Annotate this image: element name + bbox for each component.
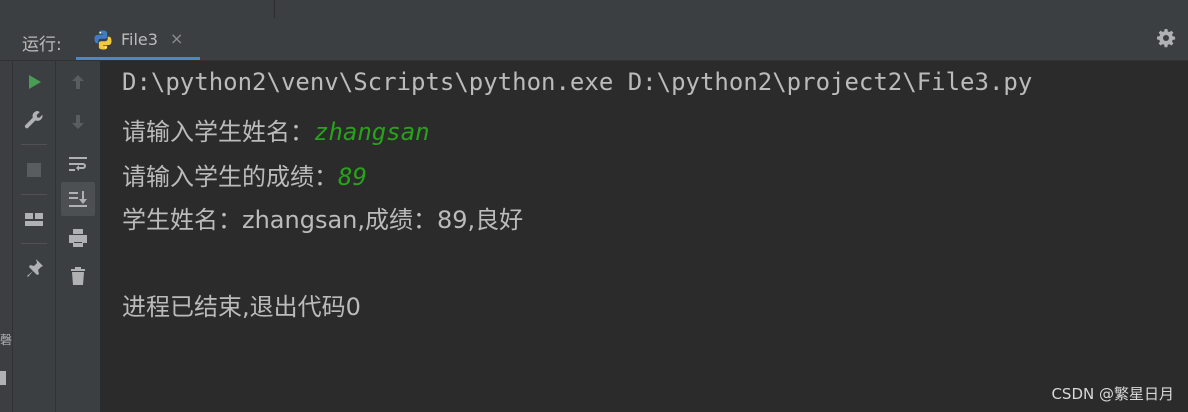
soft-wrap-icon[interactable] — [56, 147, 100, 181]
console-actions-toolbar — [56, 61, 100, 412]
print-icon[interactable] — [56, 221, 100, 255]
input-name-text: zhangsan — [314, 118, 430, 146]
stop-icon[interactable] — [13, 153, 55, 187]
console-prompt-name-line: 请输入学生姓名：zhangsan — [122, 112, 430, 147]
top-strip-segment — [0, 0, 275, 18]
left-edge-marker — [0, 371, 6, 385]
run-actions-toolbar — [13, 61, 56, 412]
console-output[interactable]: D:\python2\venv\Scripts\python.exe D:\py… — [101, 61, 1188, 412]
gear-icon[interactable] — [1156, 28, 1176, 53]
pin-icon[interactable] — [13, 251, 55, 285]
close-icon[interactable]: × — [170, 29, 183, 48]
left-edge-strip: 磬 — [0, 61, 13, 412]
scroll-to-end-icon[interactable] — [61, 182, 95, 216]
prompt-score-text: 请输入学生的成绩： — [122, 163, 338, 191]
console-exit-line: 进程已结束,退出代码0 — [122, 293, 361, 321]
tab-file3[interactable]: File3 × — [76, 20, 200, 60]
toolbar-separator — [21, 144, 47, 145]
trash-icon[interactable] — [56, 259, 100, 293]
input-score-text: 89 — [338, 163, 367, 191]
prompt-name-text: 请输入学生姓名： — [122, 118, 314, 146]
arrow-down-icon[interactable] — [56, 105, 100, 139]
run-label: 运行: — [22, 35, 62, 55]
console-result-line: 学生姓名：zhangsan,成绩：89,良好 — [122, 206, 524, 234]
arrow-up-icon[interactable] — [56, 65, 100, 99]
python-icon — [92, 29, 114, 55]
tab-underline — [76, 57, 200, 60]
console-prompt-score-line: 请输入学生的成绩：89 — [122, 157, 367, 192]
toolbar-separator — [21, 194, 47, 195]
left-edge-text: 磬 — [0, 333, 13, 347]
watermark: CSDN @繁星日月 — [1051, 385, 1174, 403]
top-strip — [0, 0, 1188, 20]
tab-title: File3 — [121, 30, 158, 49]
toolbar-separator — [21, 243, 47, 244]
console-command-line: D:\python2\venv\Scripts\python.exe D:\py… — [122, 68, 1033, 96]
run-icon[interactable] — [13, 65, 55, 99]
wrench-icon[interactable] — [13, 103, 55, 137]
run-toolbar: 运行: File3 × — [0, 20, 1188, 61]
layout-icon[interactable] — [13, 202, 55, 236]
